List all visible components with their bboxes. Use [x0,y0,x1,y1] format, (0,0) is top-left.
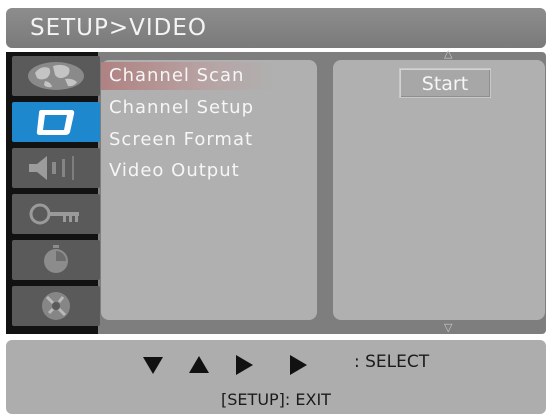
option-panel: Start [333,60,545,320]
disc-icon [42,292,70,320]
sidebar [6,52,100,334]
menu-item-channel-scan[interactable]: Channel Scan [101,62,275,90]
exit-hint: [SETUP]: EXIT [221,390,331,409]
key-icon [29,203,79,225]
sidebar-item-language[interactable] [12,56,100,96]
sidebar-item-timer[interactable] [12,240,100,280]
sidebar-item-disc[interactable] [12,286,100,326]
nav-keys [142,350,332,380]
sidebar-item-video[interactable] [12,102,100,142]
sidebar-item-parental[interactable] [12,194,100,234]
monitor-icon [36,110,75,135]
menu-item-screen-format[interactable]: Screen Format [101,126,271,154]
right-arrow-icon [288,354,308,376]
page-title: SETUP>VIDEO [30,15,208,41]
menu-item-channel-setup[interactable]: Channel Setup [101,94,271,122]
footer-bar: : SELECT [SETUP]: EXIT [6,340,546,414]
right-arrow-icon [234,354,254,376]
menu-panel: Channel Scan Channel Setup Screen Format… [101,60,317,320]
speaker-icon [29,156,74,180]
up-arrow-icon [188,355,210,375]
sidebar-item-audio[interactable] [12,148,100,188]
scroll-down-icon[interactable]: ▽ [444,322,452,333]
select-hint: : SELECT [354,352,430,372]
timer-icon [44,245,68,273]
title-bar: SETUP>VIDEO [6,8,546,48]
scroll-up-icon[interactable]: △ [444,48,452,59]
down-arrow-icon [142,355,164,375]
start-button[interactable]: Start [399,68,491,98]
menu-item-video-output[interactable]: Video Output [101,157,271,185]
globe-icon [28,62,84,90]
